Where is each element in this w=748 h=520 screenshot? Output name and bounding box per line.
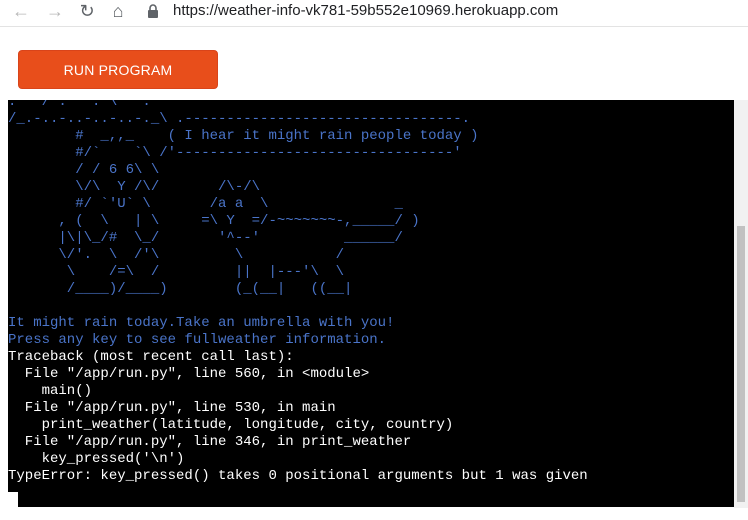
weather-message-line: It might rain today.Take an umbrella wit… bbox=[8, 315, 395, 331]
traceback-line: key_pressed('\n') bbox=[8, 451, 185, 467]
traceback-line: Traceback (most recent call last): bbox=[8, 349, 294, 365]
terminal-bottom-strip bbox=[18, 492, 734, 507]
traceback-line: print_weather(latitude, longitude, city,… bbox=[8, 417, 454, 433]
ascii-art-line: \/'. \ /'\ \ / bbox=[8, 247, 345, 263]
ascii-art-line: , ( \ | \ =\ Y =/-~~~~~~~-,_____/ ) bbox=[8, 213, 420, 229]
ascii-art-line: .' / . ' . \ '. bbox=[8, 100, 151, 110]
traceback-line: File "/app/run.py", line 346, in print_w… bbox=[8, 434, 412, 450]
ascii-art-line: /____)/____) (_(__| ((__| bbox=[8, 281, 353, 297]
traceback-line: File "/app/run.py", line 530, in main bbox=[8, 400, 336, 416]
forward-arrow-icon[interactable]: → bbox=[44, 0, 66, 22]
ascii-art-line: / / 6 6\ \ bbox=[8, 162, 160, 178]
traceback-line: main() bbox=[8, 383, 93, 399]
traceback-line: TypeError: key_pressed() takes 0 positio… bbox=[8, 468, 588, 484]
ascii-art-line: #/ `'U` \ /a a \ _ bbox=[8, 196, 403, 212]
reload-icon[interactable]: ↻ bbox=[76, 0, 98, 22]
home-icon[interactable]: ⌂ bbox=[107, 0, 129, 22]
terminal[interactable]: .' / . ' . \ './_.-..-..-..-..-._\ .----… bbox=[8, 100, 734, 492]
ascii-art-line: \ /=\ / || |---'\ \ bbox=[8, 264, 345, 280]
run-program-button[interactable]: RUN PROGRAM bbox=[18, 50, 218, 89]
address-bar[interactable]: https://weather-info-vk781-59b552e10969.… bbox=[173, 2, 558, 19]
ascii-art-line: |\|\_/# \_/ '^--' ______/ bbox=[8, 230, 403, 246]
weather-message-line: Press any key to see fullweather informa… bbox=[8, 332, 387, 348]
traceback-line: File "/app/run.py", line 560, in <module… bbox=[8, 366, 370, 382]
ascii-art-line: # _,,_ ( I hear it might rain people tod… bbox=[8, 128, 479, 144]
scrollbar-thumb[interactable] bbox=[737, 226, 745, 502]
ascii-art-line: \/\ Y /\/ /\-/\ bbox=[8, 179, 261, 195]
ascii-art-line: #/` `\ /'-------------------------------… bbox=[8, 145, 462, 161]
browser-toolbar: ← → ↻ ⌂ https://weather-info-vk781-59b55… bbox=[0, 0, 748, 27]
back-arrow-icon[interactable]: ← bbox=[10, 0, 32, 22]
lock-icon bbox=[148, 4, 158, 18]
ascii-art-line: /_.-..-..-..-..-._\ .-------------------… bbox=[8, 111, 471, 127]
